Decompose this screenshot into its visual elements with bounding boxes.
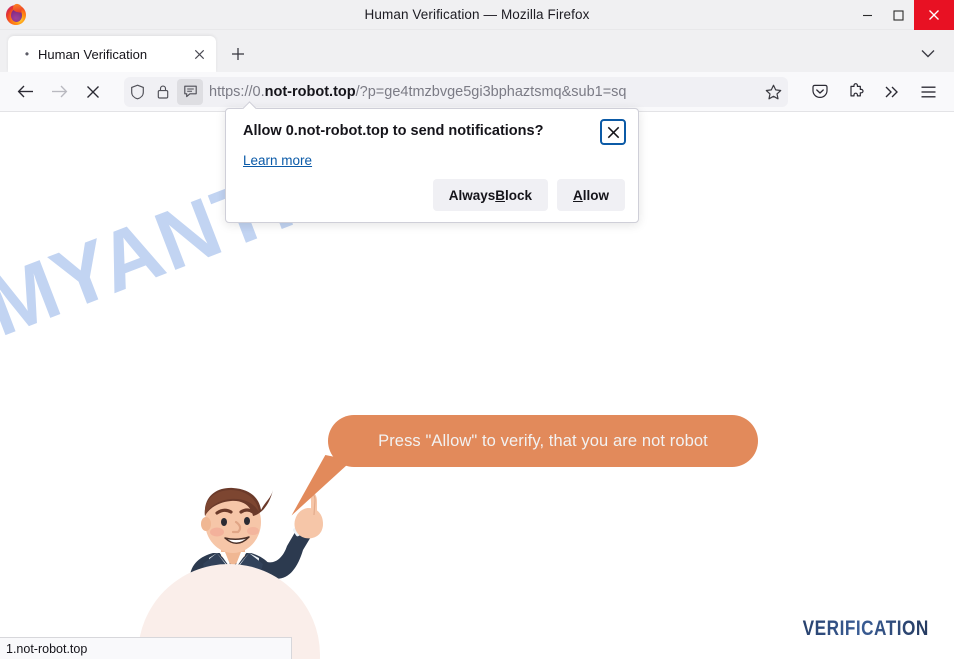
link-preview-text: 1.not-robot.top: [6, 641, 88, 656]
tab-human-verification[interactable]: • Human Verification: [8, 36, 216, 72]
list-all-tabs-chevron-down-icon[interactable]: [914, 39, 942, 67]
extensions-puzzle-icon[interactable]: [838, 76, 874, 108]
url-scheme: https://0.: [209, 83, 265, 100]
firefox-logo-icon: [3, 2, 29, 28]
url-text[interactable]: https://0.not-robot.top/?p=ge4tmzbvge5gi…: [209, 84, 758, 100]
pocket-icon[interactable]: [802, 76, 838, 108]
tab-strip: • Human Verification: [0, 30, 954, 72]
speech-bubble: Press "Allow" to verify, that you are no…: [291, 415, 758, 516]
forward-button[interactable]: [42, 76, 76, 108]
learn-more-link[interactable]: Learn more: [243, 153, 312, 168]
speech-bubble-text: Press "Allow" to verify, that you are no…: [378, 431, 708, 450]
title-bar: Human Verification — Mozilla Firefox: [0, 0, 954, 30]
tab-label: Human Verification: [38, 46, 148, 62]
url-path: /?p=ge4tmzbvge5gi3bphaztsmq&sub1=sq: [355, 83, 627, 100]
popup-arrow: [241, 101, 257, 109]
url-bar[interactable]: https://0.not-robot.top/?p=ge4tmzbvge5gi…: [124, 76, 788, 107]
tab-favicon-icon: •: [24, 47, 30, 61]
toolbar-right-icons: [794, 76, 954, 108]
close-window-button[interactable]: [914, 0, 954, 30]
link-preview-statusbar: 1.not-robot.top: [0, 637, 292, 659]
new-tab-button[interactable]: [223, 39, 253, 69]
popup-title: Allow 0.not-robot.top to send notificati…: [243, 123, 544, 139]
stop-loading-button[interactable]: [76, 76, 110, 108]
browser-window: Human Verification — Mozilla Firefox • H…: [0, 0, 954, 659]
close-tab-icon[interactable]: [188, 43, 210, 65]
allow-button[interactable]: Allow: [557, 179, 625, 211]
notification-permission-popup: Allow 0.not-robot.top to send notificati…: [225, 108, 639, 223]
maximize-button[interactable]: [883, 0, 914, 30]
url-domain: not-robot.top: [264, 83, 356, 100]
window-title: Human Verification — Mozilla Firefox: [364, 7, 590, 22]
app-menu-hamburger-icon[interactable]: [910, 76, 946, 108]
notification-permission-icon[interactable]: [177, 78, 203, 105]
popup-header: Allow 0.not-robot.top to send notificati…: [226, 109, 638, 145]
speech-bubble-body: Press "Allow" to verify, that you are no…: [328, 415, 758, 467]
overflow-chevrons-icon[interactable]: [874, 76, 910, 108]
back-button[interactable]: [8, 76, 42, 108]
close-popup-button[interactable]: [600, 119, 626, 145]
popup-actions: Always Block Allow: [432, 179, 625, 211]
tracking-protection-shield-icon[interactable]: [124, 79, 150, 105]
verification-brand-logo: VERIFICATION: [802, 617, 929, 640]
window-controls: [852, 0, 954, 30]
always-block-button[interactable]: Always Block: [432, 179, 548, 211]
padlock-icon[interactable]: [150, 79, 176, 105]
bookmark-star-icon[interactable]: [758, 77, 788, 107]
minimize-button[interactable]: [852, 0, 883, 30]
navigation-toolbar: https://0.not-robot.top/?p=ge4tmzbvge5gi…: [0, 72, 954, 112]
